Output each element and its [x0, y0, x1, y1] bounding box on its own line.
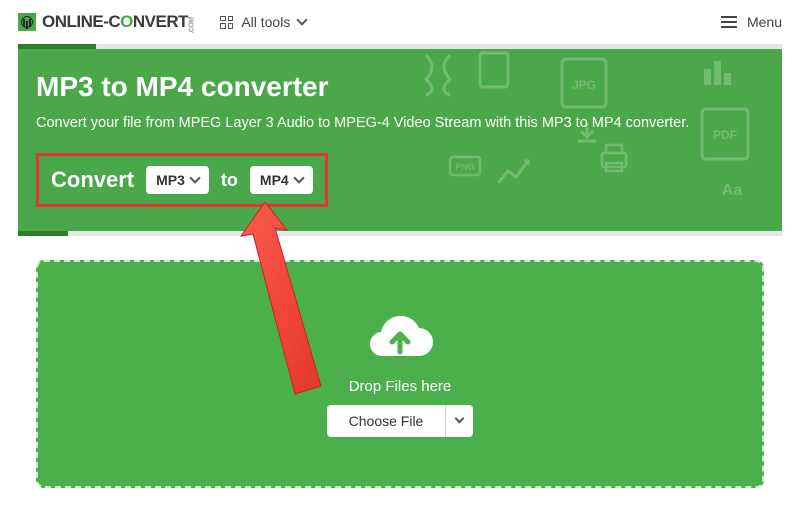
chevron-down-icon — [455, 414, 465, 424]
grid-icon — [220, 16, 233, 29]
svg-text:Aa: Aa — [722, 182, 743, 199]
svg-text:PNG: PNG — [455, 162, 475, 172]
hamburger-icon — [721, 16, 737, 28]
menu-label: Menu — [747, 14, 782, 30]
logo-text-mid: O — [120, 12, 133, 31]
progress-bar-section — [18, 231, 782, 236]
chevron-down-icon — [293, 172, 304, 183]
file-drop-zone[interactable]: Drop Files here Choose File — [36, 260, 764, 488]
to-label: to — [221, 170, 238, 191]
from-format-value: MP3 — [156, 172, 185, 188]
drop-text: Drop Files here — [349, 378, 452, 395]
page-subtitle: Convert your file from MPEG Layer 3 Audi… — [36, 115, 764, 131]
choose-file-button[interactable]: Choose File — [327, 405, 446, 437]
to-format-value: MP4 — [260, 172, 289, 188]
drop-area-wrapper: Drop Files here Choose File — [36, 260, 764, 488]
logo-text-left: ONLINE-C — [42, 12, 120, 31]
all-tools-menu[interactable]: All tools — [220, 14, 306, 30]
logo-icon — [18, 13, 36, 31]
convert-bar: Convert MP3 to MP4 — [36, 153, 328, 207]
choose-file-dropdown[interactable] — [445, 405, 473, 437]
from-format-select[interactable]: MP3 — [146, 166, 209, 194]
header-left: ONLINE-CONVERT.COM All tools — [18, 12, 306, 32]
chevron-down-icon — [297, 14, 308, 25]
hero-section: JPG PDF PNG Aa MP3 to MP4 converter Conv… — [18, 49, 782, 231]
menu-button[interactable]: Menu — [721, 14, 782, 30]
convert-label: Convert — [51, 167, 134, 193]
page-title: MP3 to MP4 converter — [36, 71, 764, 103]
logo-com: .COM — [189, 17, 196, 33]
png-badge-icon: PNG — [448, 149, 482, 183]
logo-text-right: NVERT — [133, 12, 188, 31]
all-tools-label: All tools — [241, 14, 290, 30]
chevron-down-icon — [189, 172, 200, 183]
line-chart-icon — [494, 153, 536, 191]
cloud-upload-icon — [361, 312, 439, 368]
pdf-file-icon: PDF — [696, 105, 754, 163]
font-icon: Aa — [716, 173, 748, 205]
choose-file-group: Choose File — [327, 405, 474, 437]
site-logo[interactable]: ONLINE-CONVERT.COM — [18, 12, 200, 32]
top-header: ONLINE-CONVERT.COM All tools Menu — [0, 0, 800, 44]
to-format-select[interactable]: MP4 — [250, 166, 313, 194]
printer-icon — [596, 141, 632, 175]
